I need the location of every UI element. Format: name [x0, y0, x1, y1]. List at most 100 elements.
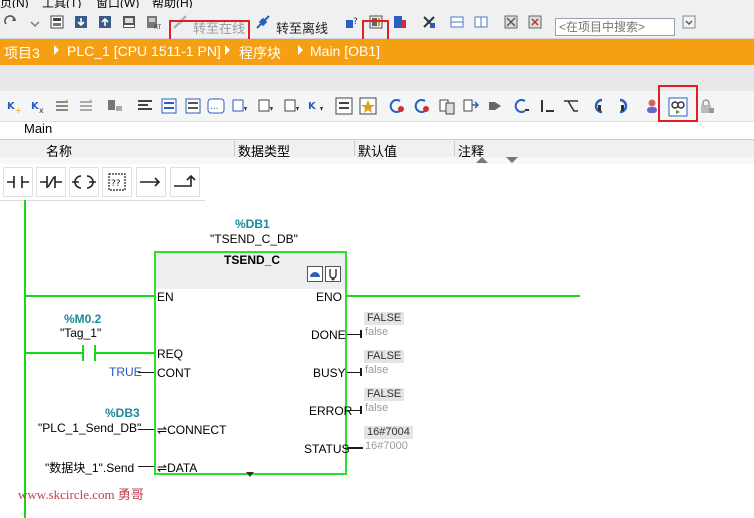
- column-data-type[interactable]: 数据类型: [234, 141, 354, 159]
- error-monitor-value: false: [365, 402, 389, 414]
- normally-open-contact-icon[interactable]: [3, 167, 33, 197]
- editor-toolbar: K + Kx * * ... K: [0, 85, 754, 122]
- block-name: TSEND_C: [224, 253, 281, 267]
- breadcrumb-program-blocks[interactable]: 程序块: [239, 43, 281, 63]
- menu-bar: 页(N) 工具(T) 窗口(W) 帮助(H): [0, 0, 754, 8]
- compile-icon[interactable]: [48, 13, 66, 31]
- cross-reference-icon[interactable]: [502, 13, 520, 31]
- online-diagnostics-icon[interactable]: [391, 13, 409, 31]
- simulation-icon[interactable]: RT: [144, 13, 162, 31]
- block-diagnostics-icon[interactable]: [325, 266, 341, 285]
- connect-operand-name[interactable]: "PLC_1_Send_DB": [38, 421, 141, 435]
- open-all-networks-icon[interactable]: [184, 97, 202, 115]
- insert-network-icon[interactable]: K +: [6, 97, 24, 115]
- open-branch-icon[interactable]: [136, 167, 166, 197]
- split-horizontal-icon[interactable]: [448, 13, 466, 31]
- lock-icon[interactable]: [698, 97, 716, 115]
- compare-icon[interactable]: [438, 97, 456, 115]
- jump-icon[interactable]: [513, 97, 531, 115]
- upload-icon[interactable]: [96, 13, 114, 31]
- split-vertical-icon[interactable]: [472, 13, 490, 31]
- go-to-next-icon[interactable]: [614, 97, 632, 115]
- menu-item-tools[interactable]: 工具(T): [42, 0, 81, 8]
- sync-icon[interactable]: [462, 97, 480, 115]
- stop-cpu-icon[interactable]: [420, 13, 438, 31]
- done-value[interactable]: FALSE: [364, 312, 405, 325]
- accessible-devices-icon[interactable]: ?: [343, 13, 361, 31]
- pin-status: STATUS: [304, 442, 350, 456]
- instance-db-address: %DB1: [235, 217, 270, 231]
- go-offline-button[interactable]: 转至离线: [276, 18, 328, 37]
- close-editor-icon[interactable]: [526, 13, 544, 31]
- search-dropdown-icon[interactable]: [680, 13, 698, 31]
- error-value[interactable]: FALSE: [364, 388, 405, 401]
- busy-wire-end: [360, 368, 362, 376]
- contact-right-plate[interactable]: [94, 345, 96, 361]
- absolute-operands-icon[interactable]: [136, 97, 154, 115]
- pin-req: REQ: [157, 347, 184, 361]
- tag-info-icon[interactable]: [283, 97, 301, 115]
- normally-closed-contact-icon[interactable]: [36, 167, 66, 197]
- display-options-icon[interactable]: [335, 97, 353, 115]
- editor-header-area: [0, 65, 754, 91]
- download-icon[interactable]: [72, 13, 90, 31]
- dropdown-arrow-icon[interactable]: [26, 13, 44, 31]
- breadcrumb-separator-icon: [225, 45, 230, 55]
- done-wire-end: [360, 330, 362, 338]
- menu-item-window[interactable]: 窗口(W): [96, 0, 139, 8]
- breadcrumb-separator-icon: [298, 45, 303, 55]
- output-coil-icon[interactable]: [69, 167, 99, 197]
- delete-network-icon[interactable]: Kx: [30, 97, 48, 115]
- req-contact-wire: [96, 352, 154, 354]
- breadcrumb-project[interactable]: 项目3: [4, 43, 40, 63]
- device-icon[interactable]: [120, 13, 138, 31]
- instance-db-name[interactable]: "TSEND_C_DB": [210, 232, 298, 246]
- network-navigation-icon[interactable]: K: [307, 97, 325, 115]
- go-to-previous-icon[interactable]: [590, 97, 608, 115]
- redo-icon[interactable]: [2, 13, 20, 31]
- busy-value[interactable]: FALSE: [364, 350, 405, 363]
- menu-item-project[interactable]: 页(N): [0, 0, 29, 8]
- breadcrumb-plc[interactable]: PLC_1 [CPU 1511-1 PN]: [67, 43, 221, 59]
- network-comments-icon[interactable]: ...: [207, 97, 225, 115]
- check-block-icon[interactable]: [486, 97, 504, 115]
- column-comment[interactable]: 注释: [454, 141, 754, 159]
- previous-error-icon[interactable]: [388, 97, 406, 115]
- operand-display-icon[interactable]: [257, 97, 275, 115]
- block-config-icon[interactable]: [307, 266, 323, 285]
- bookmark-icon[interactable]: [359, 97, 377, 115]
- favorites-icon[interactable]: [231, 97, 249, 115]
- expand-block-icon[interactable]: [246, 467, 256, 481]
- inout-marker-icon: ⇌: [157, 423, 168, 437]
- pin-busy: BUSY: [313, 366, 346, 380]
- network-overview-icon[interactable]: [160, 97, 178, 115]
- add-row-icon[interactable]: *: [78, 97, 96, 115]
- cont-value[interactable]: TRUE: [109, 365, 142, 379]
- data-operand[interactable]: "数据块_1".Send: [45, 459, 134, 476]
- column-name[interactable]: 名称: [24, 141, 234, 159]
- busy-monitor-value: false: [365, 364, 389, 376]
- svg-text:??: ??: [111, 179, 121, 189]
- branch-icon[interactable]: [562, 97, 580, 115]
- column-default-value[interactable]: 默认值: [354, 141, 454, 159]
- insert-row-icon[interactable]: *: [54, 97, 72, 115]
- done-wire: [347, 334, 361, 335]
- go-offline-icon[interactable]: [254, 13, 272, 31]
- empty-box-icon[interactable]: ??: [102, 167, 132, 197]
- status-value[interactable]: 16#7004: [364, 426, 413, 439]
- lad-instruction-bar: ??: [0, 164, 205, 201]
- next-error-icon[interactable]: [413, 97, 431, 115]
- req-operand-name[interactable]: "Tag_1": [60, 326, 101, 340]
- svg-text:?: ?: [353, 17, 358, 27]
- reset-start-values-icon[interactable]: [106, 97, 124, 115]
- breadcrumb-main-ob1[interactable]: Main [OB1]: [310, 43, 380, 59]
- contact-left-plate[interactable]: [82, 345, 84, 361]
- interface-splitter[interactable]: [0, 157, 754, 164]
- interface-index-column: [0, 141, 24, 156]
- menu-item-help[interactable]: 帮助(H): [152, 0, 193, 8]
- project-search-input[interactable]: [555, 18, 675, 36]
- indent-icon[interactable]: [538, 97, 556, 115]
- req-operand-address: %M0.2: [64, 312, 102, 326]
- close-branch-icon[interactable]: [170, 167, 200, 197]
- data-wire: [138, 466, 154, 467]
